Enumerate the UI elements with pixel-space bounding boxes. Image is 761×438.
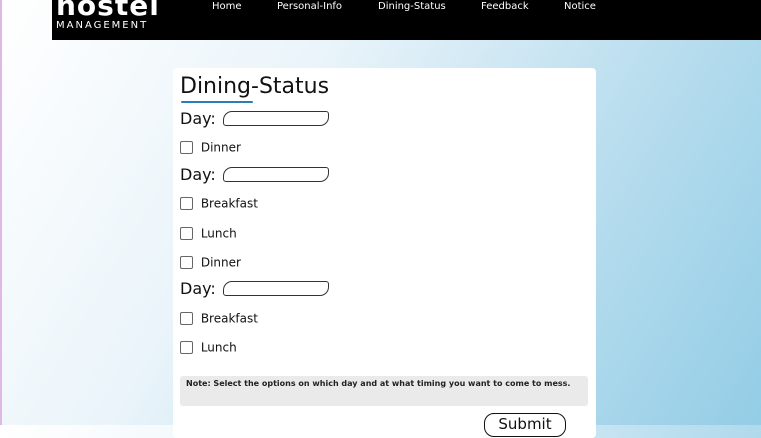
option-label: Breakfast bbox=[200, 311, 258, 326]
day-label: Day: bbox=[180, 165, 216, 184]
option-label: Lunch bbox=[200, 340, 237, 355]
lunch-checkbox[interactable] bbox=[180, 227, 193, 240]
breakfast-checkbox[interactable] bbox=[180, 197, 193, 210]
logo-main-text: hostel bbox=[56, 0, 160, 22]
dinner-checkbox[interactable] bbox=[180, 256, 193, 269]
nav-dining-status[interactable]: Dining-Status bbox=[378, 1, 446, 12]
day-input-2[interactable] bbox=[222, 167, 329, 182]
day-input-1[interactable] bbox=[222, 111, 329, 126]
day-label: Day: bbox=[180, 279, 216, 298]
lunch-checkbox[interactable] bbox=[180, 341, 193, 354]
day-row-2: Day: bbox=[180, 164, 329, 184]
option-dinner-2[interactable]: Dinner bbox=[180, 255, 241, 270]
dinner-checkbox[interactable] bbox=[180, 141, 193, 154]
navbar: hostel MANAGEMENT Home Personal-Info Din… bbox=[52, 0, 761, 40]
form-title: Dining-Status bbox=[180, 74, 330, 99]
note-box: Note: Select the options on which day an… bbox=[180, 376, 588, 406]
day-label: Day: bbox=[180, 109, 216, 128]
option-label: Dinner bbox=[200, 140, 241, 155]
page-border-line bbox=[0, 0, 2, 425]
day-row-3: Day: bbox=[180, 278, 329, 298]
breakfast-checkbox[interactable] bbox=[180, 312, 193, 325]
option-dinner-1[interactable]: Dinner bbox=[180, 140, 241, 155]
nav-personal-info[interactable]: Personal-Info bbox=[277, 1, 342, 12]
dining-status-form: Dining-Status Day: Dinner Day: Breakfast… bbox=[173, 68, 596, 438]
nav-home[interactable]: Home bbox=[212, 1, 242, 12]
option-label: Breakfast bbox=[200, 196, 258, 211]
option-lunch-3[interactable]: Lunch bbox=[180, 340, 237, 355]
option-label: Dinner bbox=[200, 255, 241, 270]
nav-feedback[interactable]: Feedback bbox=[481, 1, 529, 12]
option-label: Lunch bbox=[200, 226, 237, 241]
nav-notice[interactable]: Notice bbox=[564, 1, 596, 12]
option-breakfast-2[interactable]: Breakfast bbox=[180, 196, 258, 211]
logo-sub-text: MANAGEMENT bbox=[56, 20, 149, 31]
day-input-3[interactable] bbox=[222, 281, 329, 296]
logo[interactable]: hostel MANAGEMENT bbox=[56, 0, 160, 31]
submit-button[interactable]: Submit bbox=[484, 413, 566, 437]
option-breakfast-3[interactable]: Breakfast bbox=[180, 311, 258, 326]
day-row-1: Day: bbox=[180, 108, 329, 128]
title-underline bbox=[181, 101, 253, 103]
option-lunch-2[interactable]: Lunch bbox=[180, 226, 237, 241]
